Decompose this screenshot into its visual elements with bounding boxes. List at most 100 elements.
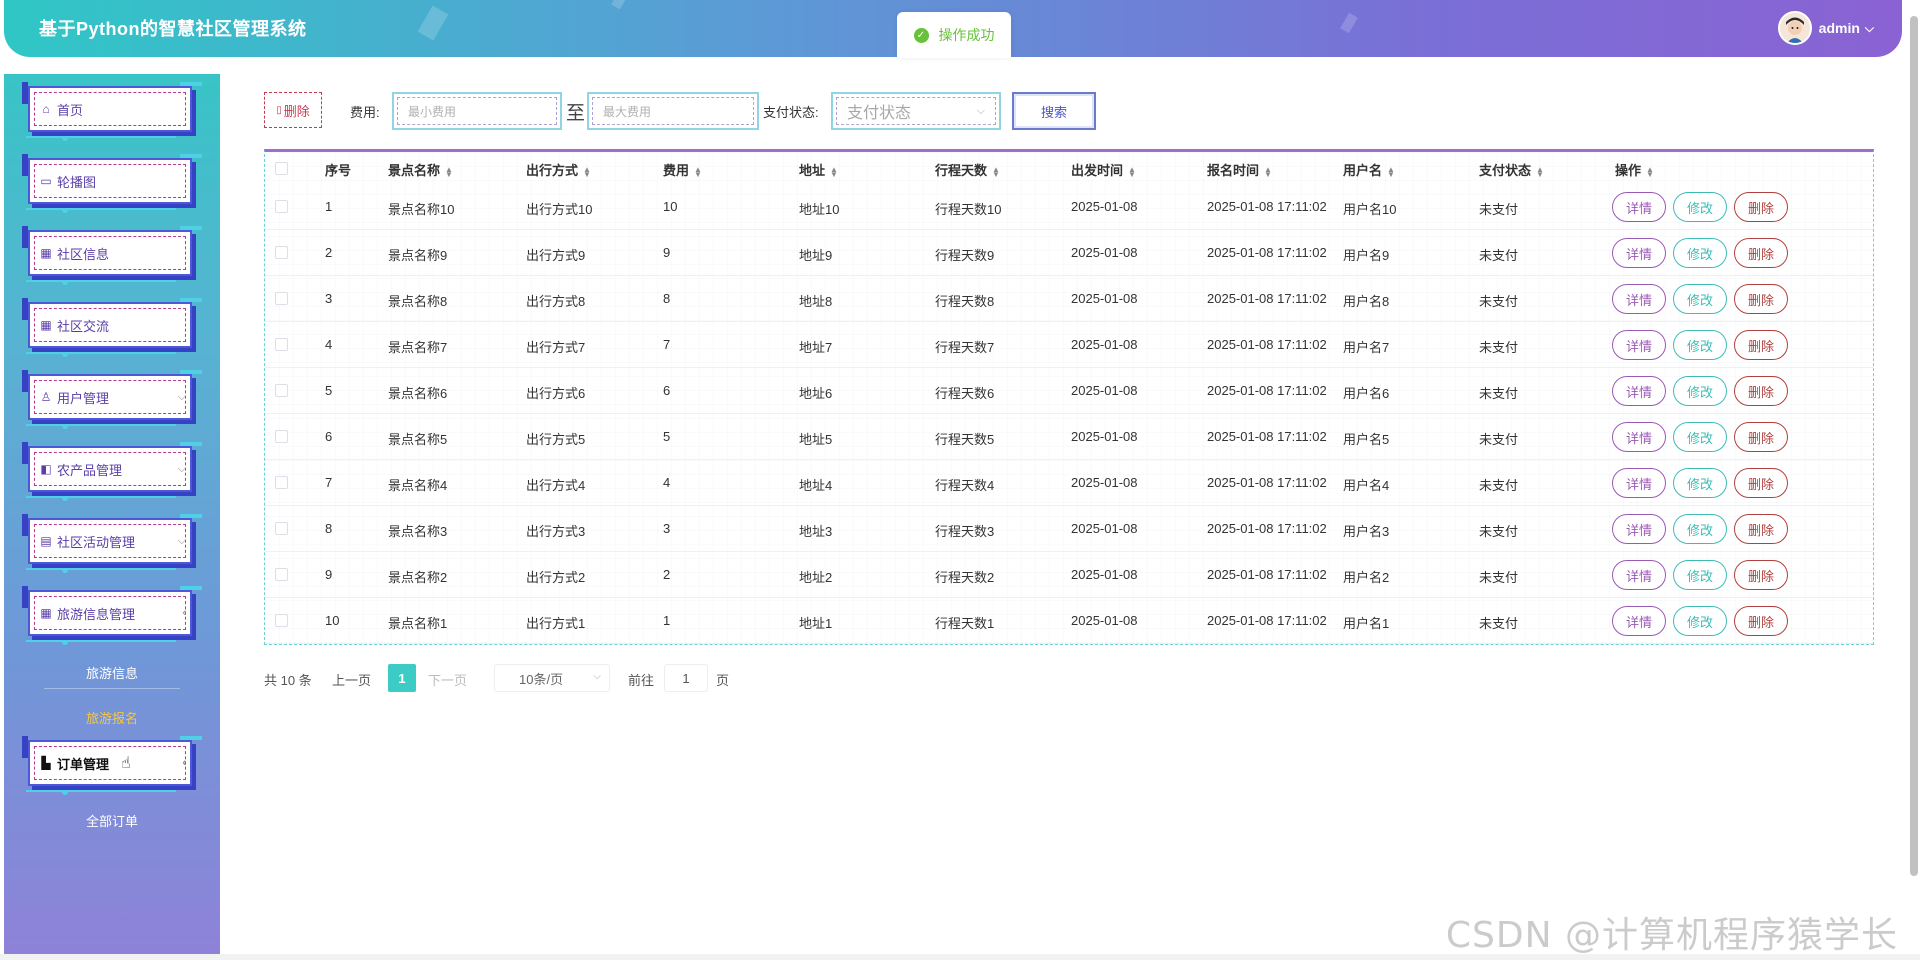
delete-button[interactable]: 删除: [1734, 192, 1788, 222]
sidebar-item-community-chat[interactable]: ▦ 社区交流: [22, 298, 202, 357]
edit-button[interactable]: 修改: [1673, 560, 1727, 590]
col-header[interactable]: 地址 ▲ ▼: [799, 160, 838, 179]
table-row[interactable]: 6 景点名称5 出行方式5 5 地址5 行程天数5 2025-01-08 2025-01-08…: [265, 414, 1873, 460]
next-page-button[interactable]: 下一页: [428, 670, 467, 689]
username[interactable]: admin: [1819, 20, 1860, 36]
sidebar-subitem-all-orders[interactable]: 全部订单: [4, 811, 220, 830]
detail-button[interactable]: 详情: [1612, 514, 1666, 544]
sidebar-item-travel-management[interactable]: ▦ 旅游信息管理 ‹: [22, 586, 202, 645]
edit-button[interactable]: 修改: [1673, 606, 1727, 636]
sidebar-subitem-travel-info[interactable]: 旅游信息: [4, 663, 220, 682]
row-checkbox[interactable]: [275, 614, 288, 627]
pay-status-select-inner[interactable]: 支付状态 ⌵: [836, 97, 996, 125]
prev-page-button[interactable]: 上一页: [332, 670, 371, 689]
sidebar-subitem-travel-signup[interactable]: 旅游报名: [4, 708, 220, 727]
table-row[interactable]: 1 景点名称10 出行方式10 10 地址10 行程天数10 2025-01-08 2025-…: [265, 184, 1873, 230]
detail-button[interactable]: 详情: [1612, 560, 1666, 590]
page-size-select[interactable]: 10条/页 ⌵: [494, 664, 610, 692]
table-cell: 用户名9: [1343, 248, 1390, 263]
row-checkbox[interactable]: [275, 522, 288, 535]
detail-button[interactable]: 详情: [1612, 238, 1666, 268]
select-all-checkbox[interactable]: [275, 162, 288, 175]
page-scrollbar[interactable]: [1910, 16, 1918, 876]
detail-button[interactable]: 详情: [1612, 284, 1666, 314]
search-button[interactable]: 搜索: [1012, 92, 1096, 130]
table-cell: 1: [663, 613, 671, 628]
row-checkbox[interactable]: [275, 338, 288, 351]
edit-button[interactable]: 修改: [1673, 238, 1727, 268]
row-checkbox[interactable]: [275, 292, 288, 305]
row-checkbox[interactable]: [275, 246, 288, 259]
delete-button[interactable]: 删除: [1734, 376, 1788, 406]
edit-button[interactable]: 修改: [1673, 468, 1727, 498]
col-header[interactable]: 操作 ▲ ▼: [1615, 160, 1654, 179]
delete-button[interactable]: 删除: [1734, 606, 1788, 636]
goto-page-input[interactable]: 1: [664, 664, 708, 692]
table-row[interactable]: 9 景点名称2 出行方式2 2 地址2 行程天数2 2025-01-08 2025-01-08…: [265, 552, 1873, 598]
table-row[interactable]: 4 景点名称7 出行方式7 7 地址7 行程天数7 2025-01-08 2025-01-08…: [265, 322, 1873, 368]
col-header[interactable]: 费用 ▲ ▼: [663, 160, 702, 179]
col-header[interactable]: 用户名 ▲ ▼: [1343, 160, 1395, 179]
col-header[interactable]: 出行方式 ▲ ▼: [526, 160, 591, 179]
edit-button[interactable]: 修改: [1673, 514, 1727, 544]
min-fee-input[interactable]: 最小费用: [392, 92, 562, 130]
table-cell: 景点名称4: [388, 478, 448, 493]
current-page-button[interactable]: 1: [388, 664, 416, 692]
sidebar: ⌂ 首页 ▭ 轮播图 ▦ 社区信息 ▦ 社区交流 ♙ 用户管理 ⌵ ◧ 农产品管…: [4, 74, 220, 954]
chevron-down-icon[interactable]: ⌵: [1865, 21, 1874, 36]
table-cell: 未支付: [1479, 248, 1519, 263]
avatar[interactable]: [1777, 11, 1812, 45]
row-checkbox[interactable]: [275, 568, 288, 581]
delete-button[interactable]: 删除: [1734, 238, 1788, 268]
sidebar-item-activity-management[interactable]: ▤ 社区活动管理 ⌵: [22, 514, 202, 573]
table-row[interactable]: 2 景点名称9 出行方式9 9 地址9 行程天数9 2025-01-08 2025-01-08…: [265, 230, 1873, 276]
sidebar-item-community-info[interactable]: ▦ 社区信息: [22, 226, 202, 285]
sidebar-item-carousel[interactable]: ▭ 轮播图: [22, 154, 202, 213]
sidebar-item-order-management[interactable]: ▙ 订单管理 ☝ ‹: [22, 736, 202, 795]
table-row[interactable]: 5 景点名称6 出行方式6 6 地址6 行程天数6 2025-01-08 2025-01-08…: [265, 368, 1873, 414]
sidebar-item-user-management[interactable]: ♙ 用户管理 ⌵: [22, 370, 202, 429]
edit-button[interactable]: 修改: [1673, 422, 1727, 452]
delete-button[interactable]: 删除: [1734, 330, 1788, 360]
col-header[interactable]: 景点名称 ▲ ▼: [388, 160, 453, 179]
delete-button[interactable]: 删除: [1734, 422, 1788, 452]
col-header[interactable]: 支付状态 ▲ ▼: [1479, 160, 1544, 179]
table-cell: 5: [325, 383, 333, 398]
delete-button[interactable]: 删除: [1734, 514, 1788, 544]
max-fee-input[interactable]: 最大费用: [587, 92, 759, 130]
detail-button[interactable]: 详情: [1612, 422, 1666, 452]
min-fee-placeholder[interactable]: 最小费用: [397, 97, 557, 125]
edit-button[interactable]: 修改: [1673, 330, 1727, 360]
detail-button[interactable]: 详情: [1612, 606, 1666, 636]
table-row[interactable]: 8 景点名称3 出行方式3 3 地址3 行程天数3 2025-01-08 2025-01-08…: [265, 506, 1873, 552]
row-checkbox[interactable]: [275, 384, 288, 397]
table-cell: 景点名称6: [388, 386, 448, 401]
detail-button[interactable]: 详情: [1612, 330, 1666, 360]
detail-button[interactable]: 详情: [1612, 192, 1666, 222]
max-fee-placeholder[interactable]: 最大费用: [592, 97, 754, 125]
delete-button[interactable]: 删除: [1734, 560, 1788, 590]
row-checkbox[interactable]: [275, 200, 288, 213]
sidebar-item-home[interactable]: ⌂ 首页: [22, 82, 202, 141]
detail-button[interactable]: 详情: [1612, 468, 1666, 498]
edit-button[interactable]: 修改: [1673, 284, 1727, 314]
delete-button[interactable]: 删除: [1734, 468, 1788, 498]
col-header[interactable]: 报名时间 ▲ ▼: [1207, 160, 1272, 179]
col-header[interactable]: 行程天数 ▲ ▼: [935, 160, 1000, 179]
delete-button[interactable]: 删除: [1734, 284, 1788, 314]
edit-button[interactable]: 修改: [1673, 376, 1727, 406]
table-cell: 未支付: [1479, 570, 1519, 585]
pay-status-select[interactable]: 支付状态 ⌵: [831, 92, 1001, 130]
col-header[interactable]: 出发时间 ▲ ▼: [1071, 160, 1136, 179]
table-row[interactable]: 3 景点名称8 出行方式8 8 地址8 行程天数8 2025-01-08 2025-01-08…: [265, 276, 1873, 322]
row-checkbox[interactable]: [275, 430, 288, 443]
user-menu[interactable]: admin ⌵: [1777, 11, 1874, 45]
row-checkbox[interactable]: [275, 476, 288, 489]
detail-button[interactable]: 详情: [1612, 376, 1666, 406]
table-cell: 2025-01-08: [1071, 521, 1138, 536]
edit-button[interactable]: 修改: [1673, 192, 1727, 222]
table-row[interactable]: 10 景点名称1 出行方式1 1 地址1 行程天数1 2025-01-08 2025-01-0…: [265, 598, 1873, 644]
sidebar-item-produce-management[interactable]: ◧ 农产品管理 ⌵: [22, 442, 202, 501]
batch-delete-button[interactable]: ▯ 删除: [264, 92, 322, 128]
table-row[interactable]: 7 景点名称4 出行方式4 4 地址4 行程天数4 2025-01-08 2025-01-08…: [265, 460, 1873, 506]
